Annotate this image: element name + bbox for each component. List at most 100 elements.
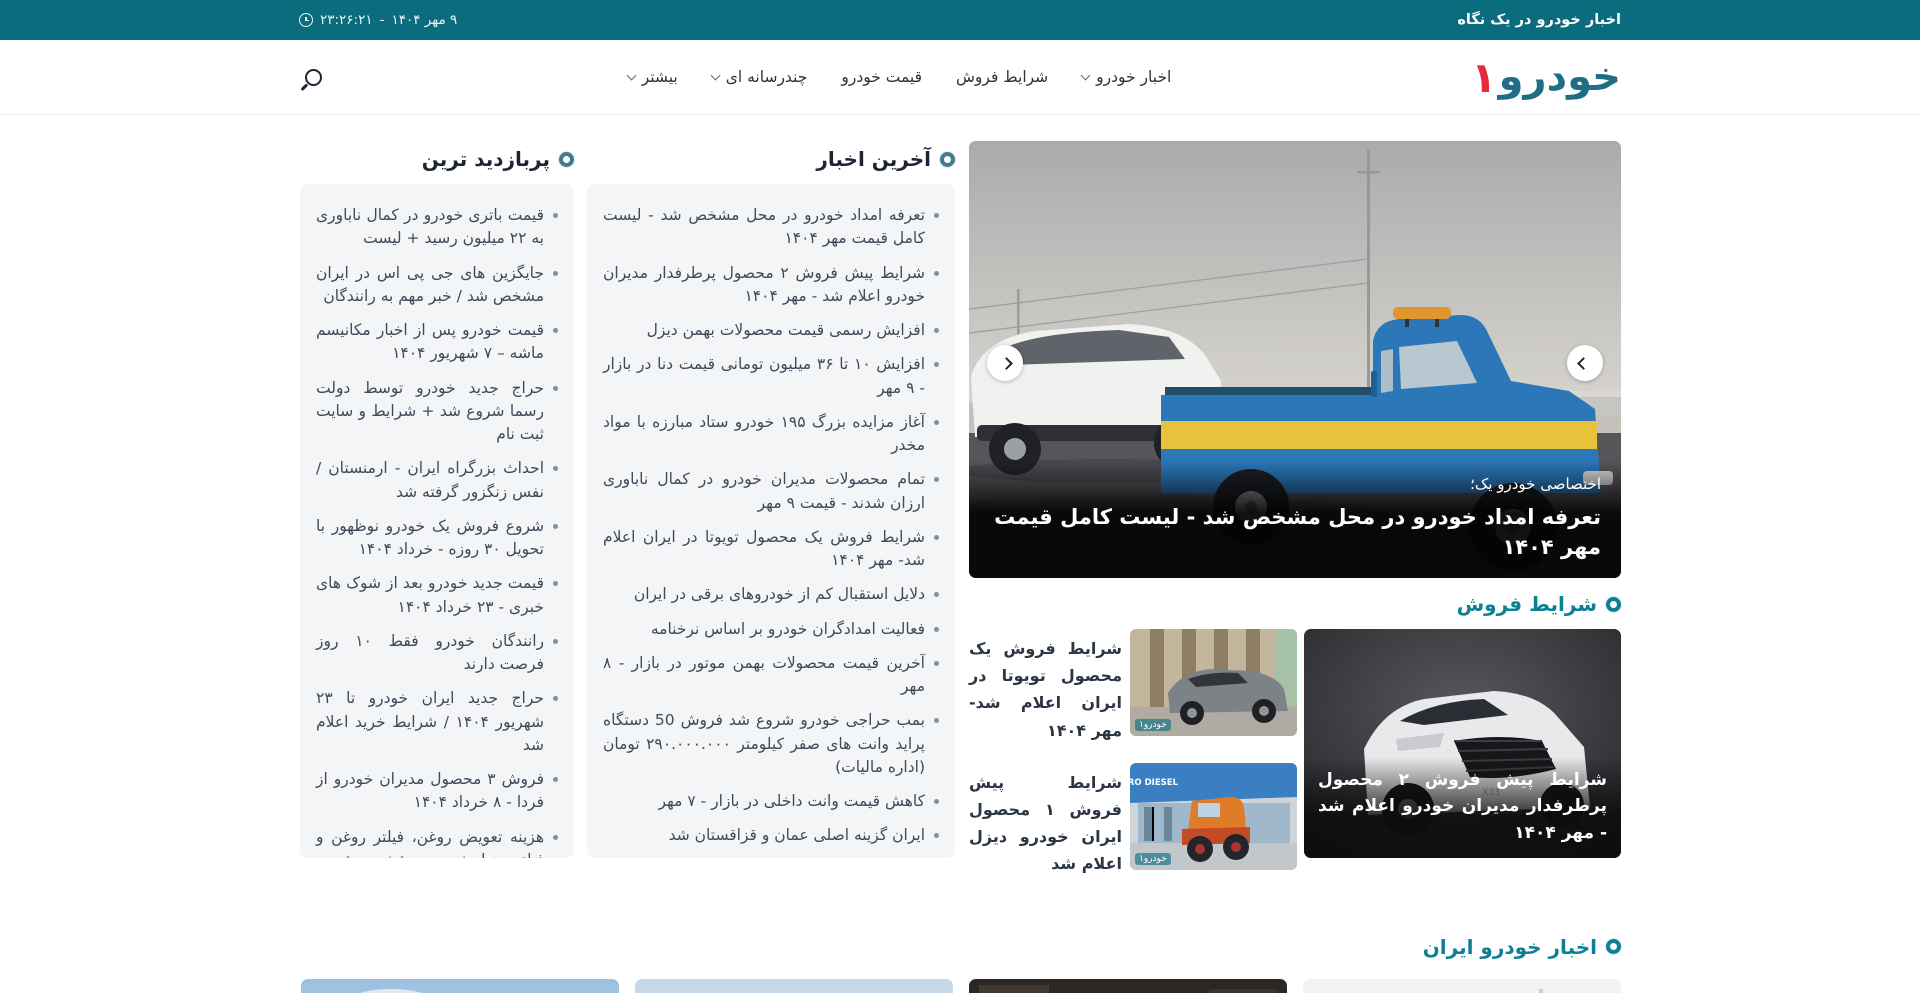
nav-label: چندرسانه ای xyxy=(726,68,808,86)
news-card-bright-scene[interactable] xyxy=(1303,979,1621,993)
nav-item-car-prices[interactable]: قیمت خودرو xyxy=(841,68,922,86)
sales-items: خودرو۱ شرایط فروش یک محصول تویوتا در ایر… xyxy=(969,629,1297,878)
news-text: فعالیت امدادگران خودرو بر اساس نرخنامه xyxy=(651,618,925,641)
bullet-dot-icon xyxy=(553,466,558,471)
ikd-building-sign: IRAN KHODRO DIESEL xyxy=(1130,778,1179,788)
hero-column: اختصاصی خودرو یک؛ تعرفه امداد خودرو در م… xyxy=(969,114,1621,878)
latest-news-list: تعرفه امداد خودرو در محل مشخص شد - لیست … xyxy=(603,204,939,858)
news-text: حراج جدید خودرو توسط دولت رسما شروع شد +… xyxy=(316,377,544,447)
most-viewed-section: پربازدید ترین قیمت باتری خودرو در کمال ن… xyxy=(300,114,574,858)
main-content: اختصاصی خودرو یک؛ تعرفه امداد خودرو در م… xyxy=(299,114,1621,878)
iran-news-title: اخبار خودرو ایران xyxy=(1423,935,1597,959)
list-item[interactable]: شرایط فروش یک محصول تویوتا در ایران اعلا… xyxy=(603,526,939,573)
list-item[interactable]: شروع فروش یک خودرو نوظهور با تحویل ۳۰ رو… xyxy=(316,515,558,562)
news-text: افزایش ۱۰ تا ۳۶ میلیون تومانی قیمت دنا د… xyxy=(603,353,925,400)
sales-section-title: شرایط فروش xyxy=(1457,592,1597,616)
bullet-dot-icon xyxy=(553,524,558,529)
sales-item[interactable]: خودرو۱ شرایط فروش یک محصول تویوتا در ایر… xyxy=(969,629,1297,744)
news-card-crane[interactable] xyxy=(301,979,619,993)
chevron-down-icon xyxy=(626,71,636,81)
list-item[interactable]: احداث بزرگراه ایران - ارمنستان / نفس زنگ… xyxy=(316,457,558,504)
bullet-dot-icon xyxy=(934,362,939,367)
news-text: کاهش قیمت وانت داخلی در بازار - ۷ مهر xyxy=(658,790,925,813)
topbar-datetime: ۹ مهر ۱۴۰۴ - ۲۳:۲۶:۲۱ xyxy=(299,12,457,28)
iran-news-cards xyxy=(299,979,1621,993)
nav-label: شرایط فروش xyxy=(956,68,1048,86)
list-item[interactable]: رانندگان خودرو فقط ۱۰ روز فرصت دارند xyxy=(316,630,558,677)
news-card-tower[interactable] xyxy=(635,979,953,993)
list-item[interactable]: قیمت جدید خودرو بعد از شوک های خبری - ۲۳… xyxy=(316,572,558,619)
list-item[interactable]: بمب حراجی خودرو شروع شد فروش 50 دستگاه پ… xyxy=(603,709,939,779)
news-text: آغاز مزایده بزرگ ۱۹۵ خودرو ستاد مبارزه ب… xyxy=(603,411,925,458)
sales-feature-card[interactable]: X33 شرایط پیش فروش ۲ محصول پرطرفدار مدیر… xyxy=(1304,629,1621,858)
sales-item-title: شرایط پیش فروش ۱ محصول ایران خودرو دیزل … xyxy=(969,763,1122,878)
search-icon xyxy=(305,69,322,86)
list-item[interactable]: شرایط پیش فروش ۲ محصول پرطرفدار مدیران خ… xyxy=(603,262,939,309)
sales-item[interactable]: IRAN KHODRO DIESEL خودرو۱ شرایط پیش فروش… xyxy=(969,763,1297,878)
topbar-title: اخبار خودرو در یک نگاه xyxy=(1457,12,1621,28)
news-text: شروع فروش یک خودرو نوظهور با تحویل ۳۰ رو… xyxy=(316,515,544,562)
list-item[interactable]: دلایل استقبال کم از خودروهای برقی در ایر… xyxy=(603,583,939,606)
latest-news-box: تعرفه امداد خودرو در محل مشخص شد - لیست … xyxy=(587,184,955,858)
ring-bullet-icon xyxy=(559,152,574,167)
news-text: هزینه تعویض روغن، فیلتر روغن و فیلتر هوا… xyxy=(316,826,544,859)
hero-title: تعرفه امداد خودرو در محل مشخص شد - لیست … xyxy=(989,503,1601,562)
carousel-prev-button[interactable] xyxy=(1567,345,1603,381)
list-item[interactable]: هزینه تعویض روغن، فیلتر روغن و فیلتر هوا… xyxy=(316,826,558,859)
most-viewed-list: قیمت باتری خودرو در کمال ناباوری به ۲۲ م… xyxy=(316,204,558,858)
list-item[interactable]: افزایش ۱۰ تا ۳۶ میلیون تومانی قیمت دنا د… xyxy=(603,353,939,400)
hero-kicker: اختصاصی خودرو یک؛ xyxy=(989,475,1601,493)
bullet-dot-icon xyxy=(934,833,939,838)
news-text: فروش ۳ محصول مدیران خودرو از فردا - ۸ خر… xyxy=(316,768,544,815)
list-item[interactable]: حراج جدید خودرو توسط دولت رسما شروع شد +… xyxy=(316,377,558,447)
sales-item-title: شرایط فروش یک محصول تویوتا در ایران اعلا… xyxy=(969,629,1122,744)
nav-item-sale-terms[interactable]: شرایط فروش xyxy=(956,68,1048,86)
news-text: قیمت باتری خودرو در کمال ناباوری به ۲۲ م… xyxy=(316,204,544,251)
nav-item-multimedia[interactable]: چندرسانه ای xyxy=(712,68,808,86)
bullet-dot-icon xyxy=(934,627,939,632)
news-text: قیمت خودرو پس از اخبار مکانیسم ماشه – ۷ … xyxy=(316,319,544,366)
bullet-dot-icon xyxy=(553,639,558,644)
list-item[interactable]: افزایش رسمی قیمت محصولات بهمن دیزل xyxy=(603,319,939,342)
list-item[interactable]: فعالیت امدادگران خودرو بر اساس نرخنامه xyxy=(603,618,939,641)
clock-icon xyxy=(299,13,313,27)
carousel-next-button[interactable] xyxy=(987,345,1023,381)
nav-item-more[interactable]: بیشتر xyxy=(628,68,678,86)
list-item[interactable]: آغاز مزایده بزرگ ۱۹۵ خودرو ستاد مبارزه ب… xyxy=(603,411,939,458)
ring-bullet-icon xyxy=(940,152,955,167)
news-text: حراج جدید ایران خودرو تا ۲۳ شهریور ۱۴۰۴ … xyxy=(316,687,544,757)
logo-text: خودرو xyxy=(1499,54,1621,100)
nav-item-car-news[interactable]: اخبار خودرو xyxy=(1082,68,1171,86)
bullet-dot-icon xyxy=(553,777,558,782)
bullet-dot-icon xyxy=(934,271,939,276)
list-item[interactable]: تمام محصولات مدیران خودرو در کمال ناباور… xyxy=(603,468,939,515)
news-text: تمام محصولات مدیران خودرو در کمال ناباور… xyxy=(603,468,925,515)
topbar-time-value: ۲۳:۲۶:۲۱ xyxy=(320,12,373,28)
topbar-separator: - xyxy=(380,12,385,28)
news-text: آخرین قیمت محصولات بهمن موتور در بازار -… xyxy=(603,652,925,699)
news-text: ایران گزینه اصلی عمان و قزاقستان شد xyxy=(669,824,925,847)
bullet-dot-icon xyxy=(934,718,939,723)
list-item[interactable]: کاهش قیمت وانت داخلی در بازار - ۷ مهر xyxy=(603,790,939,813)
search-button[interactable] xyxy=(299,63,328,92)
list-item[interactable]: ایران گزینه اصلی عمان و قزاقستان شد xyxy=(603,824,939,847)
list-item[interactable]: قیمت خودرو پس از اخبار مکانیسم ماشه – ۷ … xyxy=(316,319,558,366)
list-item[interactable]: آخرین قیمت محصولات بهمن موتور در بازار -… xyxy=(603,652,939,699)
list-item[interactable]: فروش ۳ محصول مدیران خودرو از فردا - ۸ خر… xyxy=(316,768,558,815)
news-text: شرایط پیش فروش ۲ محصول پرطرفدار مدیران خ… xyxy=(603,262,925,309)
latest-news-section: آخرین اخبار تعرفه امداد خودرو در محل مشخ… xyxy=(587,114,955,858)
list-item[interactable]: حراج جدید ایران خودرو تا ۲۳ شهریور ۱۴۰۴ … xyxy=(316,687,558,757)
list-item[interactable]: تعرفه امداد خودرو در محل مشخص شد - لیست … xyxy=(603,204,939,251)
list-item[interactable]: قیمت باتری خودرو در کمال ناباوری به ۲۲ م… xyxy=(316,204,558,251)
news-text: قیمت جدید خودرو بعد از شوک های خبری - ۲۳… xyxy=(316,572,544,619)
hero-carousel[interactable]: اختصاصی خودرو یک؛ تعرفه امداد خودرو در م… xyxy=(969,141,1621,578)
ring-bullet-icon xyxy=(1606,939,1621,954)
news-card-garage-van[interactable] xyxy=(969,979,1287,993)
bullet-dot-icon xyxy=(553,328,558,333)
chevron-left-icon xyxy=(1000,357,1013,370)
bullet-dot-icon xyxy=(934,213,939,218)
logo[interactable]: خودرو ۱ xyxy=(1471,53,1621,102)
bullet-dot-icon xyxy=(934,420,939,425)
list-item[interactable]: جایگزین های جی پی اس در ایران مشخص شد / … xyxy=(316,262,558,309)
bullet-dot-icon xyxy=(934,477,939,482)
